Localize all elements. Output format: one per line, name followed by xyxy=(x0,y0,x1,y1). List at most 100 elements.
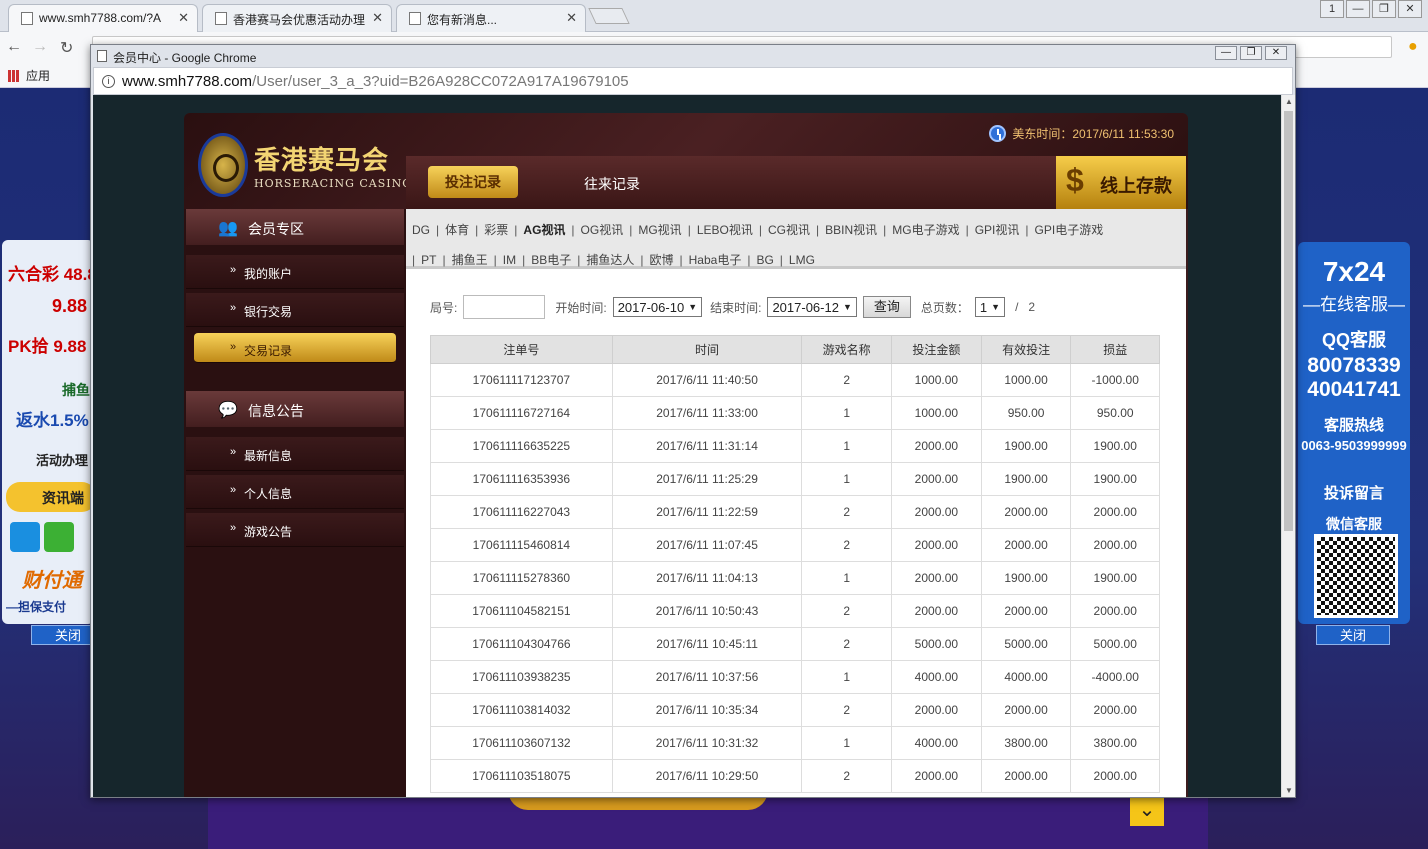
browser-tab-2[interactable]: 香港赛马会优惠活动办理 ✕ xyxy=(202,4,392,32)
table-cell: 2000.00 xyxy=(1070,594,1160,628)
category-link[interactable]: OG视讯 xyxy=(581,215,624,245)
chevron-right-icon: » xyxy=(230,446,237,458)
category-separator: | xyxy=(815,223,820,237)
sidebar-item-news[interactable]: » 最新信息 xyxy=(186,437,404,471)
restore-icon[interactable]: ❐ xyxy=(1240,46,1262,60)
scrollbar-thumb[interactable] xyxy=(1284,111,1293,531)
ad-title: 7x24 xyxy=(1322,256,1386,287)
category-link[interactable]: 欧博 xyxy=(649,245,673,275)
category-link[interactable]: BG xyxy=(756,245,773,275)
site-logo[interactable]: 香港赛马会 HORSERACING CASINO xyxy=(198,133,412,197)
close-icon[interactable]: ✕ xyxy=(372,10,383,26)
tab-transfer-records[interactable]: 往来记录 xyxy=(584,174,640,194)
alert-icon[interactable]: ● xyxy=(1408,38,1418,56)
category-link[interactable]: BBIN视讯 xyxy=(825,215,877,245)
ad-line: 9.88 xyxy=(52,296,88,316)
category-link[interactable]: 彩票 xyxy=(484,215,508,245)
category-link[interactable]: IM xyxy=(503,245,516,275)
category-link[interactable]: LEBO视讯 xyxy=(697,215,753,245)
info-icon[interactable]: i xyxy=(102,75,115,88)
forward-icon[interactable]: → xyxy=(32,38,48,56)
tab-title: www.smh7788.com/?A xyxy=(39,11,162,25)
category-link[interactable]: GPI电子游戏 xyxy=(1035,215,1104,245)
table-cell: 2017/6/11 11:22:59 xyxy=(611,495,803,529)
end-label: 结束时间: xyxy=(710,300,762,315)
table-row: 170611103607132 2017/6/11 10:31:32 1 4000.0… xyxy=(430,726,1160,760)
end-date-select[interactable]: 2017-06-12 ▼ xyxy=(767,297,857,317)
page-select[interactable]: 1 ▼ xyxy=(974,297,1006,317)
ad-subtitle: —在线客服— xyxy=(1303,295,1405,314)
tab-bet-records[interactable]: 投注记录 xyxy=(428,166,518,198)
start-date-select[interactable]: 2017-06-10 ▼ xyxy=(612,297,703,317)
sidebar-item-game-notice[interactable]: » 游戏公告 xyxy=(186,513,404,547)
category-link[interactable]: 捕鱼达人 xyxy=(586,245,634,275)
online-deposit-button[interactable]: $ 线上存款 xyxy=(1056,156,1186,209)
table-cell: 2017/6/11 11:07:45 xyxy=(611,528,803,562)
new-tab-button[interactable] xyxy=(588,8,630,24)
table-cell: 2000.00 xyxy=(891,495,982,529)
category-link[interactable]: 体育 xyxy=(445,215,469,245)
category-link[interactable]: DG xyxy=(412,215,430,245)
table-row: 170611115460814 2017/6/11 11:07:45 2 2000.0… xyxy=(430,528,1160,562)
restore-icon[interactable]: ❐ xyxy=(1372,0,1396,18)
dollar-icon: $ xyxy=(1066,162,1084,198)
browser-tab-3[interactable]: 您有新消息... ✕ xyxy=(396,4,586,32)
pages-label: 总页数： xyxy=(920,300,969,315)
category-link[interactable]: PT xyxy=(421,245,436,275)
chevron-right-icon: » xyxy=(230,484,237,496)
popup-url-bar[interactable]: i www.smh7788.com/User/user_3_a_3?uid=B2… xyxy=(93,67,1293,95)
category-separator: | xyxy=(758,223,762,237)
sidebar-item-bank[interactable]: » 银行交易 xyxy=(186,293,404,327)
table-cell: 2000.00 xyxy=(980,693,1072,727)
panel-header: 香港赛马会 HORSERACING CASINO 美东时间：2017/6/11 … xyxy=(184,113,1188,209)
table-cell: 3800.00 xyxy=(980,726,1072,760)
category-link[interactable]: MG电子游戏 xyxy=(892,215,959,245)
sidebar-item-personal[interactable]: » 个人信息 xyxy=(186,475,404,509)
ad-line: —担保支付 xyxy=(6,600,67,614)
dropdown-arrow-icon: ▼ xyxy=(842,302,852,312)
table-cell: 2017/6/11 11:33:00 xyxy=(611,396,803,430)
category-link[interactable]: 捕鱼王 xyxy=(452,245,488,275)
close-icon[interactable]: ✕ xyxy=(178,10,189,26)
round-input[interactable] xyxy=(463,295,546,319)
close-icon[interactable]: ✕ xyxy=(1265,46,1287,60)
ad-line: PK拾 9.88 xyxy=(8,337,87,356)
category-link[interactable]: AG视讯 xyxy=(523,215,565,245)
chevron-down-icon[interactable]: ⌄ xyxy=(1130,794,1164,826)
category-link[interactable]: Haba电子 xyxy=(689,245,742,275)
sidebar-item-label: 个人信息 xyxy=(244,487,293,501)
apps-shortcut[interactable]: 应用 xyxy=(8,67,50,84)
user-icon[interactable]: 1 xyxy=(1320,0,1344,18)
right-float-ad[interactable]: 7x24 —在线客服— QQ客服 80078339 40041741 客服热线 … xyxy=(1298,242,1410,624)
minimize-icon[interactable]: — xyxy=(1215,46,1237,60)
close-icon[interactable]: ✕ xyxy=(1398,0,1422,18)
query-button[interactable]: 查询 xyxy=(862,296,911,318)
table-cell: 170611103814032 xyxy=(430,693,613,727)
left-float-ad[interactable]: 六合彩 48.8 9.88 PK拾 9.88 捕鱼 返水1.5% 活动办理 资讯… xyxy=(2,240,94,624)
start-label: 开始时间: xyxy=(555,300,607,315)
column-header: 游戏名称 xyxy=(801,335,893,364)
popup-scrollbar[interactable]: ▲ ▼ xyxy=(1281,95,1295,797)
category-link[interactable]: GPI视讯 xyxy=(975,215,1020,245)
reload-icon[interactable]: ↻ xyxy=(60,38,73,58)
table-cell: 2000.00 xyxy=(1070,528,1160,562)
table-row: 170611104304766 2017/6/11 10:45:11 2 5000.0… xyxy=(430,627,1160,661)
table-cell: 170611117123707 xyxy=(430,363,613,397)
right-ad-close-button[interactable]: 关闭 xyxy=(1316,625,1390,645)
category-link[interactable]: LMG xyxy=(789,245,815,275)
category-link[interactable]: BB电子 xyxy=(531,245,571,275)
sidebar-item-label: 最新信息 xyxy=(244,449,293,463)
sidebar-item-account[interactable]: » 我的账户 xyxy=(186,255,404,289)
scroll-up-icon[interactable]: ▲ xyxy=(1285,97,1293,106)
sidebar-item-transactions[interactable]: » 交易记录 xyxy=(194,333,396,363)
browser-tab-1[interactable]: www.smh7788.com/?A ✕ xyxy=(8,4,198,32)
category-link[interactable]: CG视讯 xyxy=(768,215,810,245)
back-icon[interactable]: ← xyxy=(6,38,22,56)
category-link[interactable]: MG视讯 xyxy=(638,215,681,245)
minimize-icon[interactable]: — xyxy=(1346,0,1370,18)
category-separator: | xyxy=(571,223,575,237)
close-icon[interactable]: ✕ xyxy=(566,10,577,26)
scroll-down-icon[interactable]: ▼ xyxy=(1285,786,1293,795)
page-icon xyxy=(97,50,107,62)
deposit-label: 线上存款 xyxy=(1100,176,1172,196)
